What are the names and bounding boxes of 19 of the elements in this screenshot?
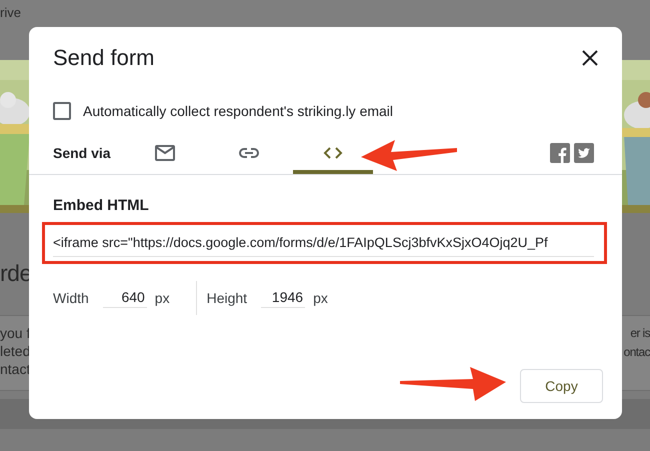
height-field[interactable]: 1946 <box>261 288 306 308</box>
copy-button[interactable]: Copy <box>520 369 603 403</box>
description-text: er is <box>630 325 650 342</box>
app-name: rive <box>0 5 21 20</box>
unit-label: px <box>313 290 328 306</box>
send-via-label: Send via <box>53 145 112 161</box>
dialog-title: Send form <box>53 44 154 72</box>
facebook-icon[interactable] <box>550 143 570 163</box>
checkbox[interactable] <box>53 102 71 120</box>
width-label: Width <box>53 290 89 306</box>
description-text: ntact <box>0 360 30 378</box>
twitter-icon[interactable] <box>574 143 594 163</box>
embed-code-field[interactable]: <iframe src="https://docs.google.com/forms/d/e/1FAIpQLScj3bfvKxSjxO4Ojq2U_Pf <box>53 233 594 257</box>
description-text: ontac <box>624 344 650 361</box>
height-label: Height <box>206 290 248 306</box>
unit-label: px <box>154 290 170 306</box>
width-field[interactable]: 640 <box>102 288 147 308</box>
checkbox-label: Automatically collect respondent's striking.ly email <box>83 103 394 119</box>
embed-html-label: Embed HTML <box>52 197 150 214</box>
